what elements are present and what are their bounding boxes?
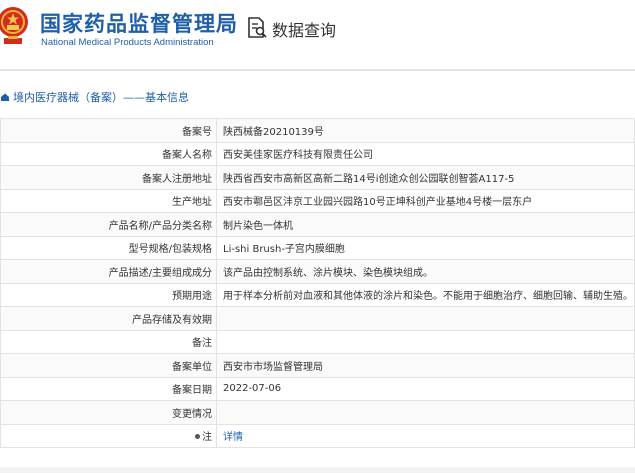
field-label: 备案日期	[0, 376, 217, 401]
field-label: 型号规格/包装规格	[0, 235, 217, 260]
field-value: 西安市鄠邑区沣京工业园兴园路10号正坤科创产业基地4号楼一层东户	[216, 188, 635, 213]
field-value: 陕西械备20210139号	[216, 118, 635, 143]
org-name-en: National Medical Products Administration	[41, 37, 214, 48]
table-row: 产品名称/产品分类名称 制片染色一体机	[0, 212, 635, 237]
table-row: 生产地址 西安市鄠邑区沣京工业园兴园路10号正坤科创产业基地4号楼一层东户	[0, 188, 635, 213]
field-label: 产品描述/主要组成成分	[0, 259, 217, 284]
site-header: 国家药品监督管理局 National Medical Products Admi…	[0, 0, 635, 62]
field-value: 陕西省西安市高新区高新二路14号i创途众创公园联创智荟A117-5	[216, 165, 635, 190]
field-value	[216, 306, 635, 331]
details-link[interactable]: 详情	[223, 432, 243, 443]
table-row: 备案人名称 西安美佳家医疗科技有限责任公司	[0, 141, 635, 166]
document-search-icon	[248, 17, 267, 38]
header-divider	[0, 69, 635, 71]
table-row: 备案人注册地址 陕西省西安市高新区高新二路14号i创途众创公园联创智荟A117-…	[0, 165, 635, 190]
field-label: 备案人注册地址	[0, 165, 217, 190]
field-value: 2022-07-06	[216, 376, 635, 401]
table-row: 备案日期 2022-07-06	[0, 376, 635, 401]
national-emblem-icon	[0, 7, 28, 44]
table-row: 备案号 陕西械备20210139号	[0, 118, 635, 143]
record-detail-table: 备案号 陕西械备20210139号 备案人名称 西安美佳家医疗科技有限责任公司 …	[0, 118, 635, 448]
table-row: 产品描述/主要组成成分 该产品由控制系统、涂片模块、染色模块组成。	[0, 259, 635, 284]
field-value: 西安美佳家医疗科技有限责任公司	[216, 141, 635, 166]
table-row: 预期用途 用于样本分析前对血液和其他体液的涂片和染色。不能用于细胞治疗、细胞回输…	[0, 282, 635, 307]
field-label: 预期用途	[0, 282, 217, 307]
table-row: 产品存储及有效期	[0, 306, 635, 331]
field-label: 备注	[0, 329, 217, 354]
field-value	[216, 329, 635, 354]
breadcrumb-text: 境内医疗器械（备案）——基本信息	[13, 91, 189, 104]
field-value: 该产品由控制系统、涂片模块、染色模块组成。	[216, 259, 635, 284]
bullet-icon	[195, 434, 200, 440]
field-value	[216, 400, 635, 425]
org-name-cn: 国家药品监督管理局	[40, 12, 238, 36]
field-label: 备案单位	[0, 353, 217, 378]
field-label: 备案号	[0, 118, 217, 143]
field-value: 制片染色一体机	[216, 212, 635, 237]
home-icon	[1, 93, 9, 101]
query-title: 数据查询	[272, 21, 337, 40]
table-row: 变更情况	[0, 400, 635, 425]
footer-divider	[0, 467, 635, 473]
table-row: 型号规格/包装规格 Li-shi Brush-子宫内膜细胞	[0, 235, 635, 260]
field-label: 生产地址	[0, 188, 217, 213]
note-label-cell: 注	[0, 423, 217, 448]
table-row-note: 注 详情	[0, 423, 635, 448]
field-value: Li-shi Brush-子宫内膜细胞	[216, 235, 635, 260]
field-value: 西安市市场监督管理局	[216, 353, 635, 378]
field-label: 产品存储及有效期	[0, 306, 217, 331]
table-row: 备注	[0, 329, 635, 354]
breadcrumb: 境内医疗器械（备案）——基本信息	[0, 88, 189, 106]
note-label: 注	[202, 432, 212, 444]
field-label: 变更情况	[0, 400, 217, 425]
field-value: 用于样本分析前对血液和其他体液的涂片和染色。不能用于细胞治疗、细胞回输、辅助生殖…	[216, 282, 635, 307]
note-value-cell: 详情	[216, 423, 635, 448]
field-label: 备案人名称	[0, 141, 217, 166]
field-label: 产品名称/产品分类名称	[0, 212, 217, 237]
table-row: 备案单位 西安市市场监督管理局	[0, 353, 635, 378]
